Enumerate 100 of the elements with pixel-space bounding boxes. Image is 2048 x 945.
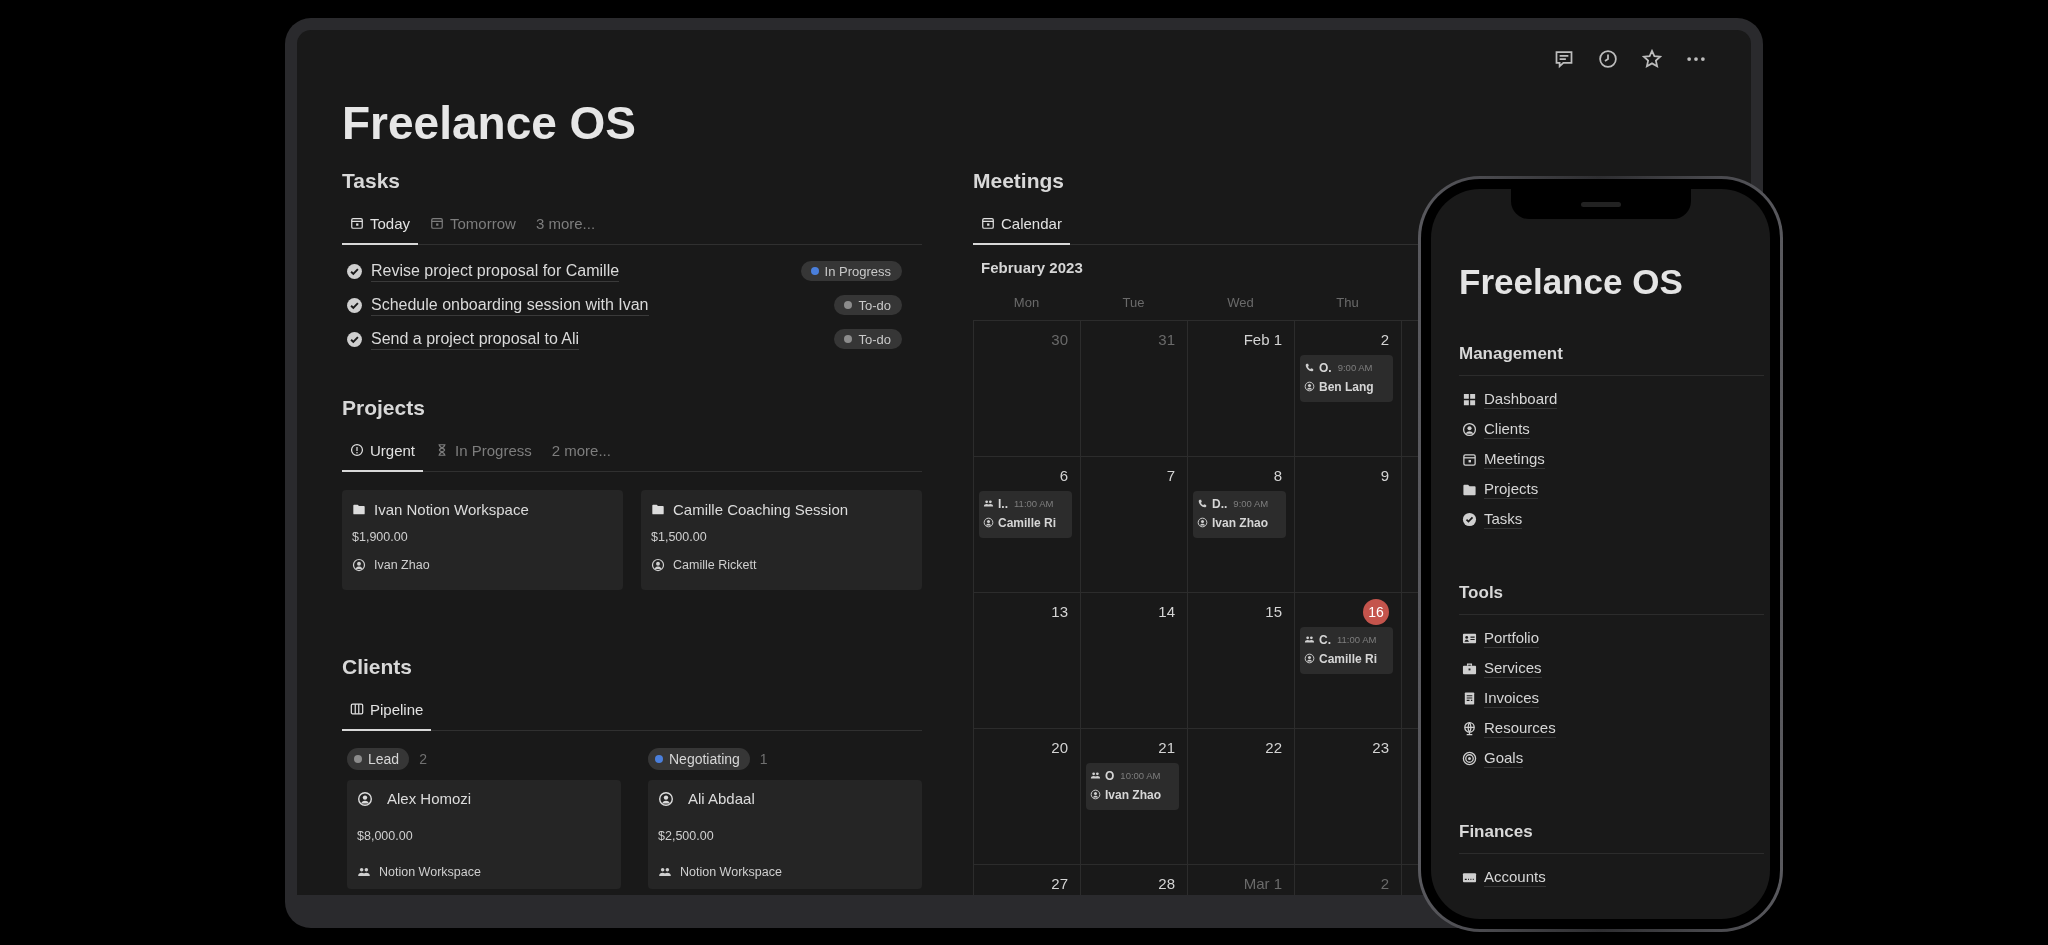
project-person: Ivan Zhao <box>374 558 430 572</box>
client-amount: $8,000.00 <box>357 829 413 843</box>
nav-link[interactable]: Invoices <box>1484 688 1540 708</box>
group-count: 2 <box>419 751 427 767</box>
section-heading: Management <box>1459 343 1764 376</box>
view-tab[interactable]: Pipeline <box>342 689 432 731</box>
folder-icon <box>651 502 665 516</box>
status-label: To-do <box>858 297 891 313</box>
event-card[interactable]: O. 9:00 AM Ben Lang <box>1300 355 1393 402</box>
document-icon <box>1462 690 1477 706</box>
day-number: Mar 1 <box>1243 874 1282 894</box>
view-tab[interactable]: Today <box>342 203 419 245</box>
task-title[interactable]: Schedule onboarding session with Ivan <box>371 294 649 316</box>
section-heading: Tools <box>1459 582 1764 615</box>
person-icon <box>352 558 366 572</box>
event-person: Camille Ri <box>1319 651 1378 666</box>
project-card[interactable]: Camille Coaching Session $1,500.00 Camille Rickett <box>641 490 922 590</box>
person-icon <box>1304 381 1315 392</box>
day-number: 6 <box>1059 466 1068 486</box>
person-icon <box>1462 421 1477 437</box>
people-icon <box>658 865 672 879</box>
globe-icon <box>1462 720 1477 736</box>
event-time: 11:00 AM <box>1014 498 1054 509</box>
day-number: 16 <box>1363 599 1389 625</box>
view-tab[interactable]: Tomorrow <box>422 203 524 245</box>
comment-icon[interactable] <box>1554 49 1574 69</box>
people-icon <box>1304 634 1315 645</box>
person-icon <box>1090 789 1101 800</box>
section-heading: Finances <box>1459 821 1764 854</box>
view-tab[interactable]: Urgent <box>342 430 424 472</box>
section-heading: Meetings <box>973 168 1065 194</box>
event-person: Ivan Zhao <box>1105 787 1161 802</box>
section-heading: Projects <box>342 395 426 421</box>
client-amount: $2,500.00 <box>658 829 714 843</box>
weekday-label: Wed <box>1226 294 1255 312</box>
event-time: 9:00 AM <box>1337 362 1373 373</box>
people-icon <box>1090 770 1101 781</box>
view-tab[interactable]: In Progress <box>427 430 540 472</box>
event-time: 9:00 AM <box>1233 498 1269 509</box>
clock-icon[interactable] <box>1598 49 1618 69</box>
event-card[interactable]: C. 11:00 AM Camille Ri <box>1300 627 1393 674</box>
target-icon <box>1462 750 1477 766</box>
nav-link[interactable]: Portfolio <box>1484 628 1540 648</box>
view-tab[interactable]: 3 more... <box>527 203 604 245</box>
nav-link[interactable]: Dashboard <box>1484 389 1558 409</box>
client-name: Ali Abdaal <box>688 790 755 807</box>
event-person: Ben Lang <box>1319 379 1374 394</box>
briefcase-icon <box>1462 660 1477 676</box>
client-card[interactable]: Ali Abdaal $2,500.00 Notion Workspace <box>648 780 922 889</box>
day-number: 30 <box>1051 330 1068 350</box>
star-icon[interactable] <box>1642 49 1662 69</box>
day-number: 13 <box>1051 602 1068 622</box>
weekday-label: Mon <box>1012 294 1041 312</box>
day-number: 27 <box>1051 874 1068 894</box>
group-count: 1 <box>759 751 768 767</box>
event-title: I.. <box>998 496 1008 511</box>
nav-link[interactable]: Goals <box>1484 748 1524 768</box>
project-card[interactable]: Ivan Notion Workspace $1,900.00 Ivan Zhao <box>342 490 623 590</box>
weekday-label: Thu <box>1335 294 1360 312</box>
event-card[interactable]: D.. 9:00 AM Ivan Zhao <box>1193 491 1286 538</box>
nav-link[interactable]: Services <box>1484 658 1542 678</box>
view-tab[interactable]: 2 more... <box>543 430 619 472</box>
nav-link[interactable]: Clients <box>1484 419 1530 439</box>
event-title: C. <box>1319 632 1331 647</box>
group-label: Lead <box>368 751 400 767</box>
day-number: 28 <box>1158 874 1175 894</box>
task-title[interactable]: Send a project proposal to Ali <box>371 328 580 350</box>
event-title: O. <box>1319 360 1332 375</box>
page-title: Freelance OS <box>342 96 638 151</box>
check-circle-icon <box>346 296 363 314</box>
day-number: 31 <box>1158 330 1175 350</box>
event-card[interactable]: O 10:00 AM Ivan Zhao <box>1086 763 1179 810</box>
person-icon <box>1197 517 1208 528</box>
check-circle-icon <box>346 330 363 348</box>
day-number: 21 <box>1158 738 1175 758</box>
person-icon <box>658 790 674 807</box>
event-person: Ivan Zhao <box>1212 515 1268 530</box>
client-card[interactable]: Alex Homozi $8,000.00 Notion Workspace <box>347 780 621 889</box>
calendar-icon <box>430 216 445 230</box>
month-label: February 2023 <box>980 258 1084 278</box>
check-circle-icon <box>1462 511 1477 527</box>
day-number: 23 <box>1372 738 1389 758</box>
calendar-icon <box>1462 451 1477 467</box>
day-number: Feb 1 <box>1243 330 1282 350</box>
nav-link[interactable]: Tasks <box>1484 509 1523 529</box>
day-number: 7 <box>1166 466 1175 486</box>
view-tab[interactable]: Calendar <box>973 203 1070 245</box>
project-amount: $1,900.00 <box>352 530 408 544</box>
nav-link[interactable]: Resources <box>1484 718 1556 738</box>
nav-link[interactable]: Meetings <box>1484 449 1545 469</box>
status-label: To-do <box>858 331 891 347</box>
task-title[interactable]: Revise project proposal for Camille <box>371 260 620 282</box>
nav-link[interactable]: Projects <box>1484 479 1539 499</box>
client-company: Notion Workspace <box>379 865 481 879</box>
page-title: Freelance OS <box>1459 261 1684 303</box>
event-title: D.. <box>1212 496 1228 511</box>
event-card[interactable]: I.. 11:00 AM Camille Ri <box>979 491 1072 538</box>
event-time: 10:00 AM <box>1120 770 1161 781</box>
nav-link[interactable]: Accounts <box>1484 867 1546 887</box>
calendar-icon <box>350 216 364 230</box>
